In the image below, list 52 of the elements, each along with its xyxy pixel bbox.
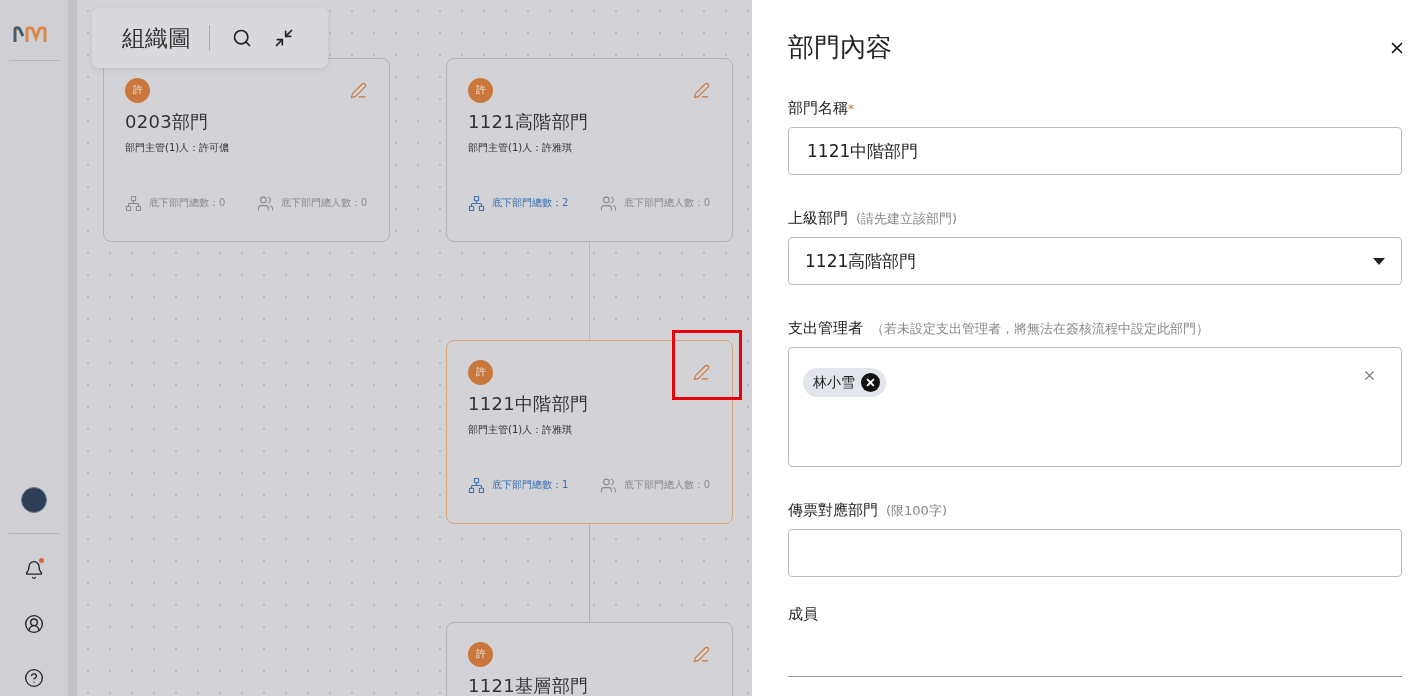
- department-name: 0203部門: [125, 112, 210, 132]
- avatar-initial: 許: [125, 77, 150, 103]
- field-label: 傳票對應部門: [788, 501, 878, 520]
- department-card[interactable]: 許 1121高階部門 部門主管(1)人：許雅琪 底下部門總數：2 底下部門總人數：0: [446, 58, 733, 242]
- drawer-title: 部門內容: [788, 31, 892, 64]
- avatar-initial: 許: [468, 359, 493, 385]
- member-count: 底下部門總人數：0: [623, 478, 710, 493]
- field-hint: (請先建立該部門): [856, 210, 958, 228]
- users-icon: [599, 476, 617, 494]
- field-label: 成員: [788, 605, 818, 624]
- remove-icon[interactable]: [861, 373, 880, 392]
- department-card[interactable]: 許 0203部門 部門主管(1)人：許可儂 底下部門總數：0 底下部門總人數：0: [103, 58, 390, 242]
- field-hint: (限100字): [886, 502, 947, 520]
- sub-department-count: 底下部門總數：0: [149, 196, 226, 211]
- member-count: 底下部門總人數：0: [623, 196, 710, 211]
- users-icon: [256, 194, 274, 212]
- department-card[interactable]: 許 1121基層部門: [446, 622, 733, 696]
- text-field[interactable]: 1121中階部門: [788, 127, 1402, 175]
- help-icon: [24, 668, 44, 688]
- member-count: 底下部門總人數：0: [280, 196, 367, 211]
- search-button[interactable]: [232, 28, 252, 48]
- select-field[interactable]: 1121高階部門: [788, 237, 1402, 285]
- field-hint: （若未設定支出管理者，將無法在簽核流程中設定此部門）: [871, 320, 1209, 338]
- department-card[interactable]: 許 1121中階部門 部門主管(1)人：許雅琪 底下部門總數：1 底下部門總人數：0: [446, 340, 733, 524]
- tag-select-field[interactable]: 林小雪: [788, 347, 1402, 467]
- hierarchy-icon: [468, 194, 485, 212]
- user-circle-icon: [24, 614, 44, 634]
- manager-text: 部門主管(1)人：許雅琪: [468, 422, 574, 437]
- hierarchy-icon: [468, 476, 485, 494]
- field-label: 部門名稱: [788, 99, 848, 118]
- sub-department-count: 底下部門總數：2: [492, 196, 569, 211]
- collapse-button[interactable]: [274, 28, 294, 48]
- caret-icon: [1373, 257, 1385, 265]
- avatar-initial: 許: [468, 77, 493, 103]
- manager-text: 部門主管(1)人：許雅琪: [468, 140, 574, 155]
- avatar-initial: 許: [468, 641, 493, 667]
- hierarchy-icon: [125, 194, 142, 212]
- users-icon: [599, 194, 617, 212]
- department-name: 1121高階部門: [468, 112, 590, 132]
- department-name: 1121基層部門: [468, 676, 590, 696]
- person-chip[interactable]: 林小雪: [803, 368, 886, 397]
- avatar-circle[interactable]: [21, 487, 47, 513]
- field-label: 支出管理者: [788, 319, 863, 338]
- bell-icon: [24, 560, 44, 580]
- required-mark: *: [848, 102, 854, 116]
- department-name: 1121中階部門: [468, 394, 590, 414]
- sub-department-count: 底下部門總數：1: [492, 478, 569, 493]
- toolbar-title: 組織圖: [122, 23, 191, 53]
- clear-button[interactable]: [1362, 368, 1377, 383]
- text-field[interactable]: [788, 529, 1402, 577]
- manager-text: 部門主管(1)人：許可儂: [125, 140, 231, 155]
- field-label: 上級部門: [788, 209, 848, 228]
